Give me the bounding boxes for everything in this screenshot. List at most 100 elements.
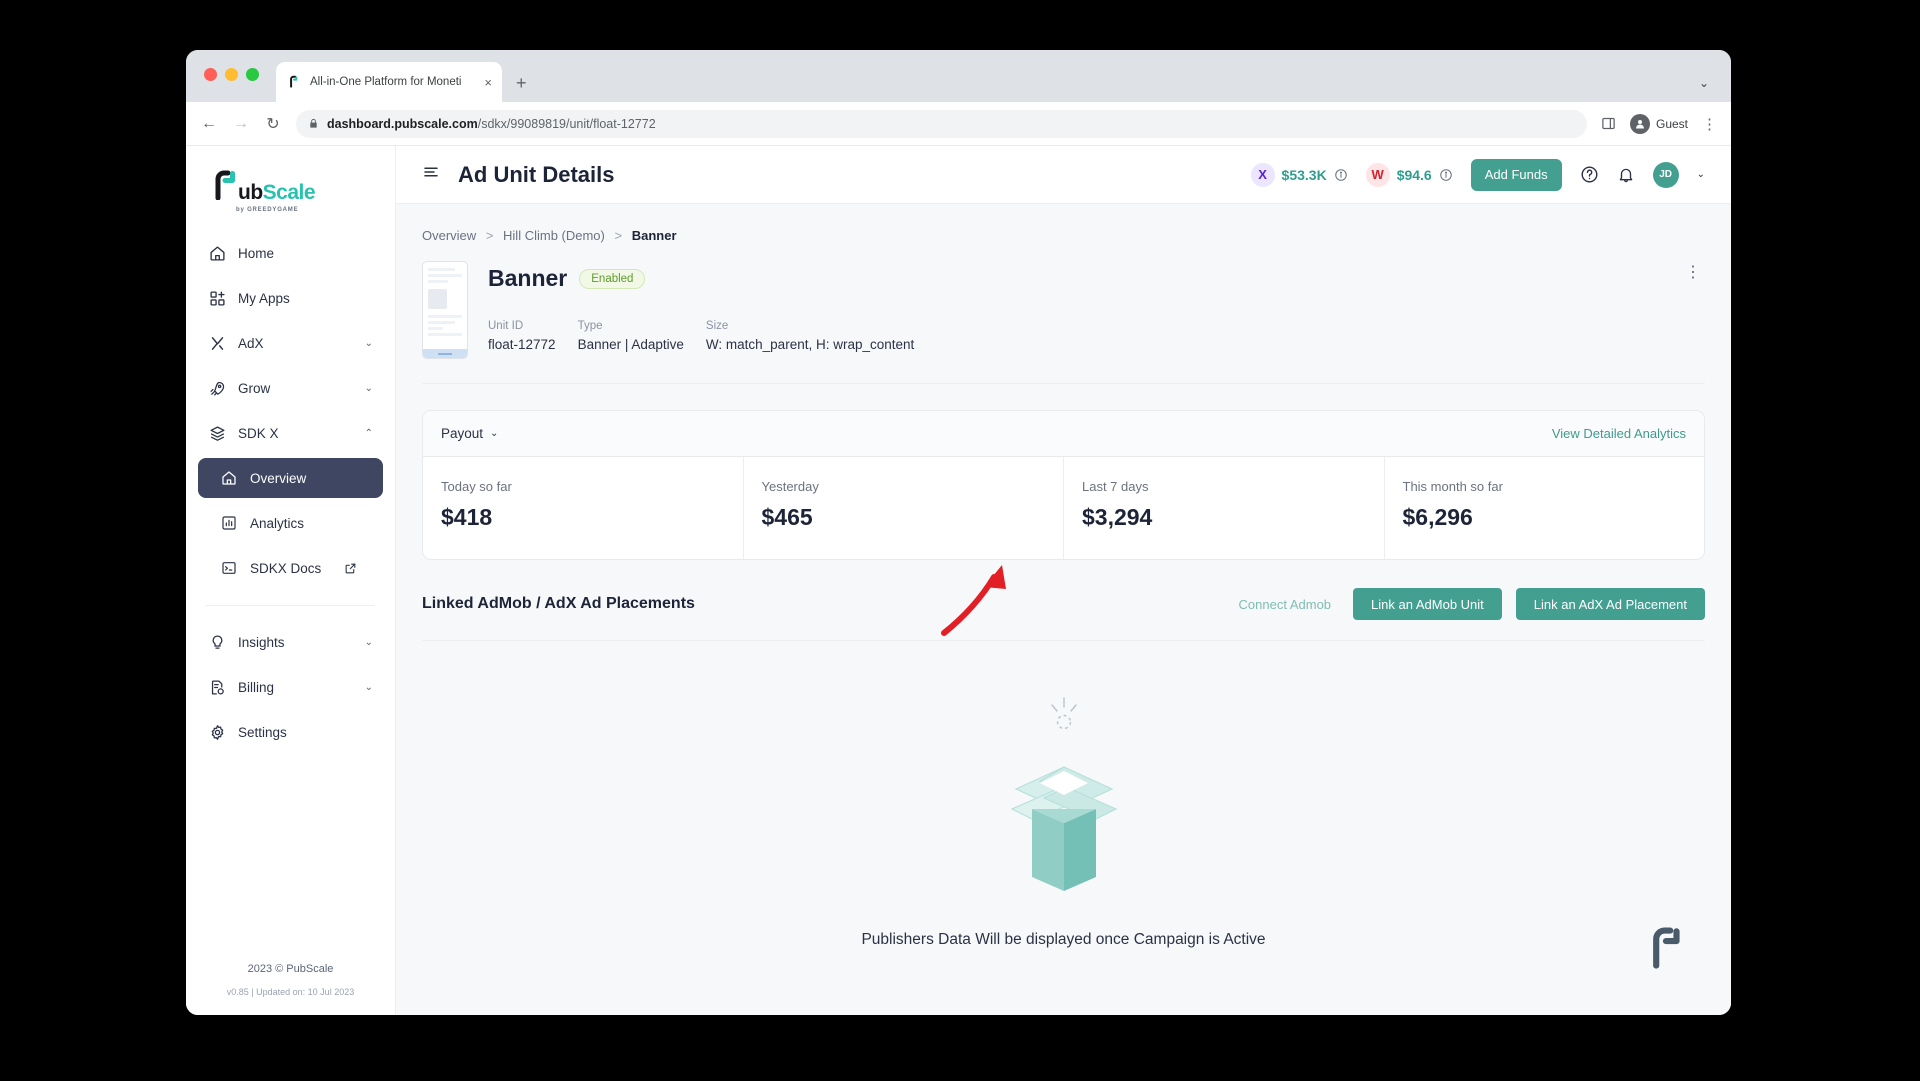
close-window-button[interactable] [204,68,217,81]
stat-value: $418 [441,504,743,531]
sidebar-item-sdkx-docs[interactable]: SDKX Docs [198,548,383,588]
ad-unit-title: Banner [488,265,567,292]
pubscale-favicon-icon [286,74,302,90]
hamburger-icon[interactable] [422,163,440,186]
external-link-icon [341,559,359,577]
sidebar-item-overview[interactable]: Overview [198,458,383,498]
fact-label: Size [706,320,914,332]
reload-button[interactable]: ↻ [264,114,282,134]
sidebar-item-home[interactable]: Home [198,233,383,273]
breadcrumb-item-overview[interactable]: Overview [422,228,476,243]
browser-profile-chip[interactable]: Guest [1630,114,1688,134]
sidebar-item-label: My Apps [238,291,373,306]
bell-icon[interactable] [1617,166,1635,184]
browser-tab-title: All-in-One Platform for Moneti [310,76,476,88]
fact-label: Unit ID [488,320,556,332]
sidebar-item-label: SDKX Docs [250,561,321,576]
bar-chart-icon [220,514,238,532]
sidebar-item-billing[interactable]: Billing ⌄ [198,667,383,707]
footer-version: v0.85 | Updated on: 10 Jul 2023 [186,987,395,997]
terminal-icon [220,559,238,577]
main-area: Ad Unit Details X $53.3K W $94.6 [396,146,1731,1015]
link-admob-unit-button[interactable]: Link an AdMob Unit [1353,588,1502,620]
breadcrumb: Overview > Hill Climb (Demo) > Banner [422,228,1705,243]
avatar[interactable]: JD [1653,162,1679,188]
link-adx-placement-button[interactable]: Link an AdX Ad Placement [1516,588,1705,620]
forward-button[interactable]: → [232,115,250,133]
fact-value: Banner | Adaptive [578,337,684,352]
sidebar: ubScale by GREEDYGAME Home [186,146,396,1015]
linked-placements-header: Linked AdMob / AdX Ad Placements Connect… [422,588,1705,641]
sidebar-item-sdk-x[interactable]: SDK X ⌃ [198,413,383,453]
ad-unit-options-button[interactable]: ⋮ [1685,267,1701,278]
minimize-window-button[interactable] [225,68,238,81]
close-tab-button[interactable]: × [484,75,492,90]
fact-type: Type Banner | Adaptive [578,320,684,352]
lightbulb-icon [208,633,226,651]
connect-admob-link[interactable]: Connect Admob [1239,597,1332,612]
chevron-down-icon: ⌄ [365,383,373,394]
pubscale-watermark-icon [1645,922,1687,979]
payout-stats: Today so far $418 Yesterday $465 Last 7 … [423,457,1704,559]
browser-menu-button[interactable]: ⋮ [1702,115,1717,133]
fact-unit-id: Unit ID float-12772 [488,320,556,352]
back-button[interactable]: ← [200,115,218,133]
adx-x-icon [208,334,226,352]
thumb-ad-slot [423,349,467,358]
split-screen-icon[interactable] [1601,116,1616,131]
adx-balance-chip[interactable]: X $53.3K [1251,163,1348,187]
chevron-down-icon: ⌄ [365,338,373,349]
stat-label: Today so far [441,479,743,494]
browser-window: All-in-One Platform for Moneti × + ⌄ ← →… [186,50,1731,1015]
gear-icon [208,723,226,741]
chevron-down-icon: ⌄ [490,428,498,439]
help-circle-icon[interactable] [1580,165,1599,184]
ad-unit-thumbnail [422,261,468,359]
chevron-down-icon: ⌄ [365,637,373,648]
brand-logo-row: ubScale [210,168,395,205]
adx-badge-icon: X [1251,163,1275,187]
sidebar-item-my-apps[interactable]: My Apps [198,278,383,318]
sidebar-item-settings[interactable]: Settings [198,712,383,752]
fact-value: W: match_parent, H: wrap_content [706,337,914,352]
sidebar-item-grow[interactable]: Grow ⌄ [198,368,383,408]
rocket-icon [208,379,226,397]
wallet-balance-chip[interactable]: W $94.6 [1366,163,1453,187]
thumb-skeleton-line [428,280,448,283]
sidebar-item-analytics[interactable]: Analytics [198,503,383,543]
breadcrumb-separator: > [486,228,494,243]
brand-name-accent: Scale [263,181,315,204]
sidebar-item-label: Overview [250,471,373,486]
chevron-down-icon: ⌄ [365,682,373,693]
home-icon [208,244,226,262]
chevron-down-icon[interactable]: ⌄ [1697,169,1705,180]
fact-size: Size W: match_parent, H: wrap_content [706,320,914,352]
ad-unit-meta: Banner Enabled Unit ID float-12772 Type … [488,261,936,359]
breadcrumb-item-app[interactable]: Hill Climb (Demo) [503,228,605,243]
footer-copyright: 2023 © PubScale [186,963,395,975]
empty-state: Publishers Data Will be displayed once C… [422,641,1705,949]
view-detailed-analytics-link[interactable]: View Detailed Analytics [1552,426,1686,441]
tab-list-chevron-icon[interactable]: ⌄ [1699,76,1709,90]
ad-unit-header: Banner Enabled Unit ID float-12772 Type … [422,261,1705,384]
pubscale-logo-icon [210,168,240,205]
browser-tab[interactable]: All-in-One Platform for Moneti × [276,62,502,102]
brand-logo[interactable]: ubScale by GREEDYGAME [186,162,395,233]
sidebar-item-label: Billing [238,680,353,695]
add-funds-button[interactable]: Add Funds [1471,159,1562,191]
new-tab-button[interactable]: + [516,74,527,92]
info-icon[interactable] [1334,168,1348,182]
thumb-skeleton-line [428,268,455,271]
app-root: ubScale by GREEDYGAME Home [186,146,1731,1015]
info-icon[interactable] [1439,168,1453,182]
sidebar-item-adx[interactable]: AdX ⌄ [198,323,383,363]
url-path: /sdkx/99089819/unit/float-12772 [478,117,656,131]
address-bar[interactable]: dashboard.pubscale.com/sdkx/99089819/uni… [296,110,1587,138]
sidebar-item-insights[interactable]: Insights ⌄ [198,622,383,662]
payout-metric-select[interactable]: Payout ⌄ [441,426,498,441]
sidebar-item-label: Insights [238,635,353,650]
fact-label: Type [578,320,684,332]
stat-this-month: This month so far $6,296 [1385,457,1705,559]
page-title: Ad Unit Details [458,162,614,188]
maximize-window-button[interactable] [246,68,259,81]
